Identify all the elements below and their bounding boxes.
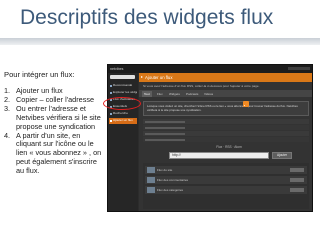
add-button[interactable] <box>290 178 304 182</box>
rss-icon[interactable] <box>243 101 249 107</box>
steps-list: 1. Ajouter un flux 2. Copier – coller l'… <box>4 86 106 177</box>
feed-thumbnail <box>147 187 155 193</box>
slide-title: Descriptifs des widgets flux <box>20 6 274 29</box>
result-label: Flux du site <box>157 168 173 172</box>
feed-row[interactable] <box>143 119 309 124</box>
add-feed-button[interactable]: Ajouter <box>272 152 292 159</box>
step-item: 4. A partir d'un site, en cliquant sur l… <box>4 130 106 177</box>
arrow-right-icon <box>141 76 143 78</box>
step-text: Copier – coller l'adresse <box>16 94 95 104</box>
tab-widgets[interactable]: Widgets <box>167 91 182 97</box>
result-item[interactable]: Flux des catégories <box>145 186 307 194</box>
step-number: 3. <box>4 103 11 113</box>
step-text: Ou entrer l'adresse et Netvibes vérifier… <box>16 103 101 131</box>
step-item: 3. Ou entrer l'adresse et Netvibes vérif… <box>4 103 106 132</box>
main-panel: Ajouter un flux Si vous avez l'adresse d… <box>139 73 312 211</box>
result-item[interactable]: Flux des commentaires <box>145 176 307 184</box>
add-button[interactable] <box>290 188 304 192</box>
tab-tout[interactable]: Tout <box>142 91 152 97</box>
results-list: Flux du site Flux des commentaires Flux … <box>143 163 309 209</box>
result-label: Flux des commentaires <box>157 178 189 182</box>
highlight-ellipse <box>103 97 141 110</box>
tab-flux[interactable]: Flux <box>155 91 165 97</box>
breadcrumb-label: Ajouter un flux <box>145 75 173 80</box>
format-label: Flux · RSS · Atom <box>216 145 242 149</box>
app-topbar: netvibes <box>108 65 312 73</box>
help-text: Si vous avez l'adresse d'un flux RSS, co… <box>143 84 260 88</box>
top-menu-icons[interactable] <box>288 67 310 70</box>
feed-url-input[interactable]: http:// <box>169 152 269 159</box>
step-number: 4. <box>4 130 11 140</box>
sidebar-item-recommande[interactable]: Recommandé <box>109 83 137 89</box>
netvibes-screenshot: netvibes Recommandé Explorer les widgets… <box>107 64 313 212</box>
filter-tabs: Tout Flux Widgets Podcasts Vidéos <box>139 90 312 97</box>
step-text: A partir d'un site, en cliquant sur l'ic… <box>16 130 102 176</box>
sidebar: Recommandé Explorer les widgets Flux d'a… <box>108 73 138 211</box>
breadcrumb: Ajouter un flux <box>139 73 312 82</box>
sidebar-search-input[interactable] <box>110 75 135 79</box>
title-divider <box>0 38 320 45</box>
app-logo: netvibes <box>110 67 124 71</box>
feed-row[interactable] <box>143 131 309 136</box>
sidebar-item-recherche[interactable]: Recherche <box>109 111 137 117</box>
info-box: Lorsque vous visitez un site, cherchez l… <box>143 101 309 116</box>
sidebar-item-ajouter-flux[interactable]: Ajouter un flux <box>109 118 137 124</box>
intro-text: Pour intégrer un flux: <box>4 70 75 79</box>
feed-row[interactable] <box>143 137 309 142</box>
feed-row[interactable] <box>143 125 309 130</box>
result-label: Flux des catégories <box>157 188 184 192</box>
sidebar-item-explorer[interactable]: Explorer les widgets <box>109 90 137 96</box>
step-text: Ajouter un flux <box>16 86 63 95</box>
feed-thumbnail <box>147 177 155 183</box>
feed-thumbnail <box>147 167 155 173</box>
result-item[interactable]: Flux du site <box>145 166 307 174</box>
add-button[interactable] <box>290 168 304 172</box>
tab-videos[interactable]: Vidéos <box>202 91 215 97</box>
tab-podcasts[interactable]: Podcasts <box>184 91 200 97</box>
